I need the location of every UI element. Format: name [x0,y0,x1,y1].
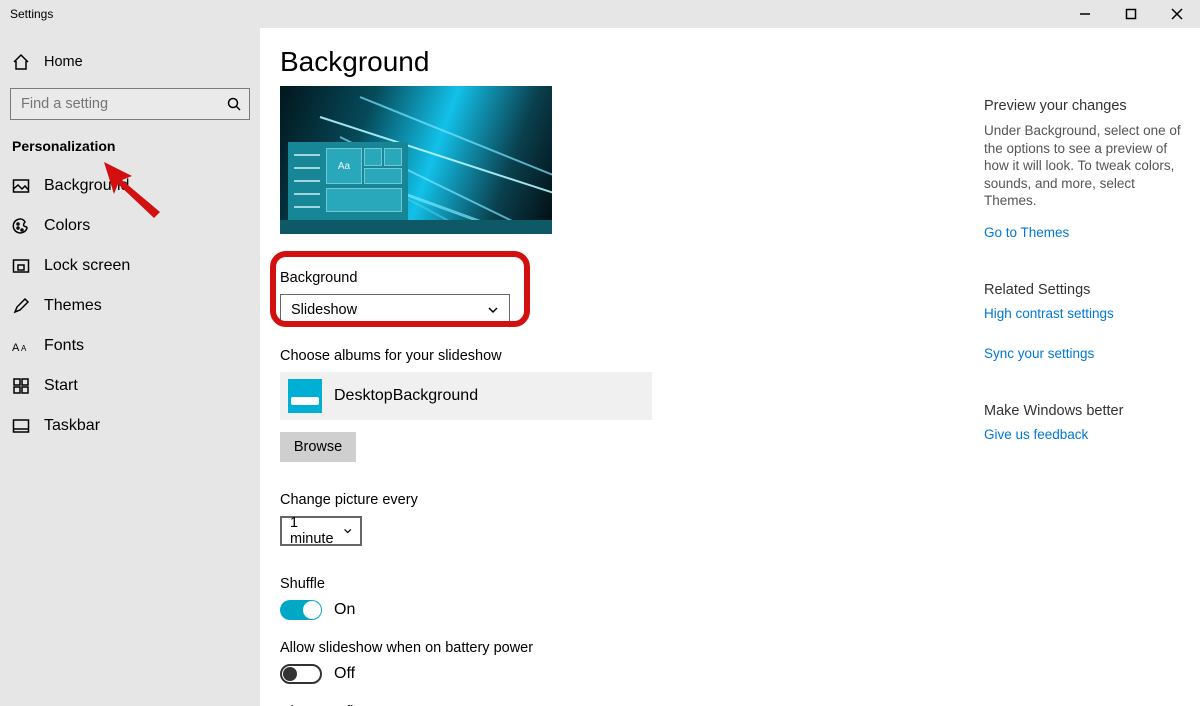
link-sync[interactable]: Sync your settings [984,346,1094,361]
sidebar-item-start[interactable]: Start [6,366,254,406]
sidebar-item-themes[interactable]: Themes [6,286,254,326]
right-column: Preview your changes Under Background, s… [984,98,1184,466]
font-icon: AA [12,338,30,354]
browse-button[interactable]: Browse [280,432,356,462]
sidebar-label: Themes [44,297,102,315]
close-icon [1171,8,1183,20]
maximize-icon [1125,8,1137,20]
preview-body: Under Background, select one of the opti… [984,122,1184,210]
maximize-button[interactable] [1108,0,1154,28]
interval-label: Change picture every [280,492,1180,508]
sidebar-label: Lock screen [44,257,130,275]
link-feedback[interactable]: Give us feedback [984,427,1088,442]
shuffle-label: Shuffle [280,576,1180,592]
sidebar: Home Personalization Background Colors L… [0,28,260,706]
shuffle-state: On [334,601,355,619]
home-label: Home [44,54,83,70]
picture-icon [12,177,30,195]
titlebar: Settings [0,0,1200,28]
sidebar-label: Colors [44,217,90,235]
main-content: Background Aa Background Slideshow [260,28,1200,706]
home-button[interactable]: Home [6,42,254,82]
interval-value: 1 minute [290,515,343,547]
preview-heading: Preview your changes [984,98,1184,114]
chevron-down-icon [487,304,499,316]
battery-label: Allow slideshow when on battery power [280,640,1180,656]
svg-text:A: A [12,342,20,354]
palette-icon [12,217,30,235]
better-heading: Make Windows better [984,403,1184,419]
sidebar-item-lockscreen[interactable]: Lock screen [6,246,254,286]
window-title: Settings [10,7,53,21]
svg-text:A: A [21,344,27,353]
minimize-icon [1079,8,1091,20]
link-themes[interactable]: Go to Themes [984,225,1069,240]
shuffle-toggle[interactable] [280,600,322,620]
chevron-down-icon [343,526,352,536]
battery-toggle[interactable] [280,664,322,684]
brush-icon [12,297,30,315]
home-icon [12,53,30,71]
related-heading: Related Settings [984,282,1184,298]
desktop-preview: Aa [280,86,552,234]
preview-sample-text: Aa [326,148,362,184]
folder-icon [288,379,322,413]
sidebar-label: Fonts [44,337,84,355]
background-dropdown[interactable]: Slideshow [280,294,510,326]
search-input[interactable] [10,88,250,120]
link-high-contrast[interactable]: High contrast settings [984,306,1114,321]
sidebar-label: Taskbar [44,417,100,435]
background-dropdown-value: Slideshow [291,302,357,318]
sidebar-item-colors[interactable]: Colors [6,206,254,246]
battery-state: Off [334,665,355,683]
preview-window: Aa [288,142,408,220]
page-title: Background [280,46,1180,78]
close-button[interactable] [1154,0,1200,28]
lockscreen-icon [12,257,30,275]
taskbar-icon [12,417,30,435]
sidebar-label: Background [44,177,129,195]
interval-dropdown[interactable]: 1 minute [280,516,362,546]
search-field[interactable] [19,95,227,113]
sidebar-item-fonts[interactable]: AA Fonts [6,326,254,366]
start-icon [12,377,30,395]
minimize-button[interactable] [1062,0,1108,28]
album-item[interactable]: DesktopBackground [280,372,652,420]
album-name: DesktopBackground [334,387,478,405]
section-header: Personalization [6,134,254,166]
search-icon [227,97,241,111]
sidebar-item-taskbar[interactable]: Taskbar [6,406,254,446]
sidebar-item-background[interactable]: Background [6,166,254,206]
sidebar-label: Start [44,377,78,395]
